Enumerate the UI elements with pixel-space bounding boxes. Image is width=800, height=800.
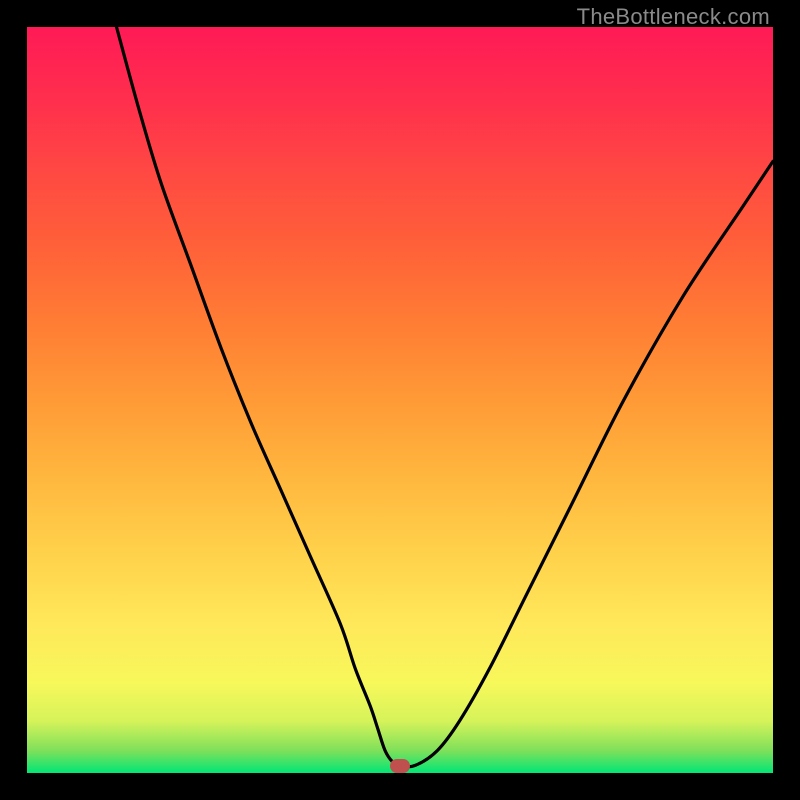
bottleneck-curve: [27, 27, 773, 773]
optimum-marker-icon: [390, 759, 410, 773]
watermark-text: TheBottleneck.com: [577, 4, 770, 30]
chart-frame: TheBottleneck.com: [0, 0, 800, 800]
plot-area: [27, 27, 773, 773]
